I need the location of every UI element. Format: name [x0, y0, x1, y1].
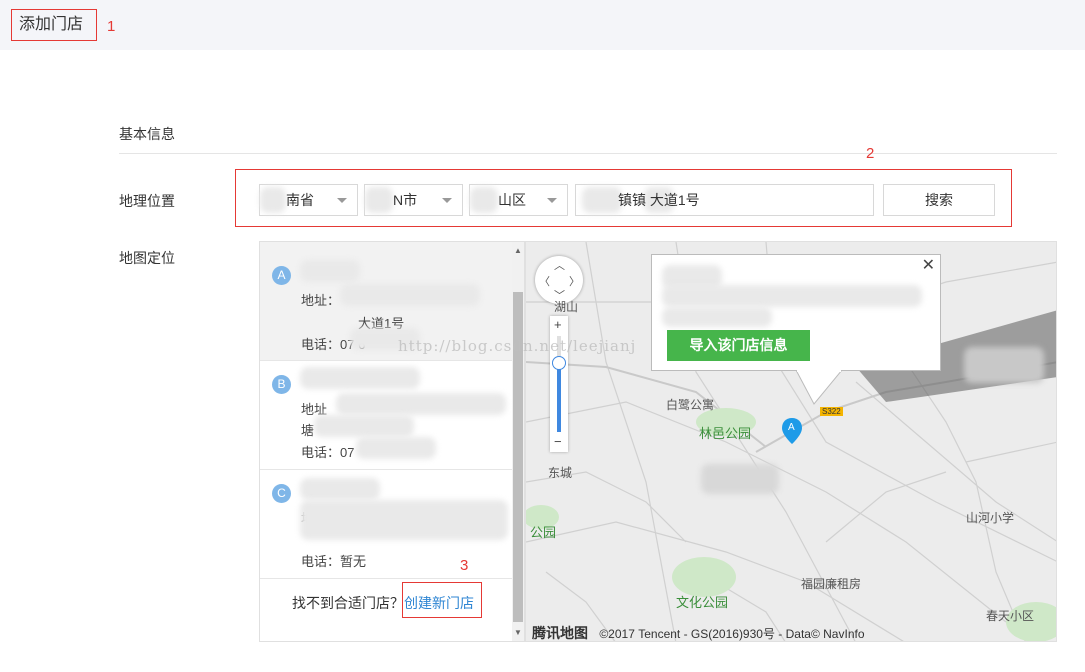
annotation-2: 2	[866, 145, 875, 162]
watermark: http://blog.csdn.net/leejianj	[398, 337, 637, 355]
store-info-popup: ✕ 导入该门店信息	[651, 254, 941, 371]
zoom-out-icon[interactable]: −	[554, 434, 562, 449]
map-copyright: 腾讯地图 ©2017 Tencent - GS(2016)930号 - Data…	[532, 623, 865, 641]
page-header	[0, 0, 1085, 50]
blur-mask	[470, 187, 498, 213]
map-pin-label: A	[788, 422, 795, 433]
park-label: 公园	[530, 525, 557, 540]
pan-right-icon[interactable]: 〉	[569, 273, 580, 289]
result-phone: 电话：暂无	[301, 554, 367, 569]
park-label: 文化公园	[676, 595, 729, 610]
blur-mask	[662, 285, 922, 307]
blur-mask	[300, 500, 508, 540]
result-address-label: 地址：	[301, 293, 341, 308]
road-badge: S322	[820, 407, 843, 416]
poi-label: 白鹭公寓	[666, 398, 715, 412]
zoom-in-icon[interactable]: +	[554, 317, 562, 332]
blur-mask	[964, 347, 1044, 383]
poi-label: 湖山	[554, 300, 579, 314]
scroll-down-icon[interactable]: ▼	[514, 628, 522, 637]
search-button[interactable]: 搜索	[883, 184, 995, 216]
district-value: 山区	[498, 192, 526, 208]
blur-mask	[340, 284, 480, 306]
result-item-b[interactable]: B 地址 塘 电话：07	[260, 361, 512, 470]
poi-label: 山河小学	[966, 511, 1015, 525]
marker-c-icon: C	[272, 484, 291, 503]
blur-mask	[662, 307, 772, 327]
city-select[interactable]: N市	[364, 184, 463, 216]
blur-mask	[300, 260, 360, 282]
poi-label: 东城	[548, 466, 573, 480]
park-label: 林邑公园	[699, 426, 752, 441]
zoom-slider-handle[interactable]	[552, 356, 566, 370]
poi-label: 春天小区	[986, 609, 1035, 623]
result-phone: 电话：07	[301, 445, 355, 460]
pan-up-icon[interactable]: ︿	[554, 257, 565, 273]
results-scrollbar[interactable]: ▲ ▼	[512, 242, 524, 641]
location-label: 地理位置	[119, 193, 175, 209]
scroll-up-icon[interactable]: ▲	[514, 246, 522, 255]
not-found-text: 找不到合适门店？	[292, 595, 404, 611]
chevron-down-icon	[337, 198, 347, 203]
blur-mask	[336, 393, 506, 415]
blur-mask	[701, 464, 779, 494]
poi-label: 福园廉租房	[801, 577, 862, 591]
section-basic-info: 基本信息	[119, 126, 175, 142]
province-select[interactable]: 南省	[259, 184, 358, 216]
import-store-button[interactable]: 导入该门店信息	[667, 330, 810, 361]
pan-left-icon[interactable]: 〈	[539, 273, 550, 289]
chevron-down-icon	[442, 198, 452, 203]
copyright-text: ©2017 Tencent - GS(2016)930号 - Data© Nav…	[599, 627, 865, 641]
city-value: N市	[393, 192, 418, 208]
popup-tail	[796, 370, 843, 405]
province-value: 南省	[286, 192, 314, 208]
address-input[interactable]: 镇镇 大道1号	[575, 184, 874, 216]
annotation-box-3	[402, 582, 482, 618]
zoom-level-fill	[557, 362, 561, 432]
marker-a-icon: A	[272, 266, 291, 285]
blur-mask	[365, 187, 393, 213]
map-brand: 腾讯地图	[532, 625, 588, 641]
map-view[interactable]: ︿ 〈 〉 ﹀ + − ✕ 导入该门店信息 A S322 白鹭公寓 林邑公园 山…	[525, 241, 1057, 642]
map-pan-control[interactable]: ︿ 〈 〉 ﹀	[535, 256, 583, 304]
close-icon[interactable]: ✕	[922, 255, 935, 275]
page-title: 添加门店	[11, 9, 97, 41]
district-select[interactable]: 山区	[469, 184, 568, 216]
section-divider	[119, 153, 1057, 154]
blur-mask	[314, 415, 414, 437]
blur-mask	[300, 367, 420, 389]
result-address-line: 塘	[301, 423, 315, 438]
blur-mask	[356, 437, 436, 459]
map-location-label: 地图定位	[119, 250, 175, 266]
annotation-3: 3	[460, 557, 469, 574]
blur-mask	[300, 478, 380, 500]
address-value: 镇镇 大道1号	[618, 192, 700, 208]
blur-mask	[582, 187, 622, 213]
marker-b-icon: B	[272, 375, 291, 394]
search-results-panel: A 地址： 大道1号 电话：07 6 B 地址 塘 电话：07 C 地址 电话：…	[259, 241, 525, 642]
result-item-c[interactable]: C 地址 电话：暂无	[260, 470, 512, 579]
annotation-1: 1	[107, 18, 116, 35]
chevron-down-icon	[547, 198, 557, 203]
blur-mask	[260, 187, 286, 213]
